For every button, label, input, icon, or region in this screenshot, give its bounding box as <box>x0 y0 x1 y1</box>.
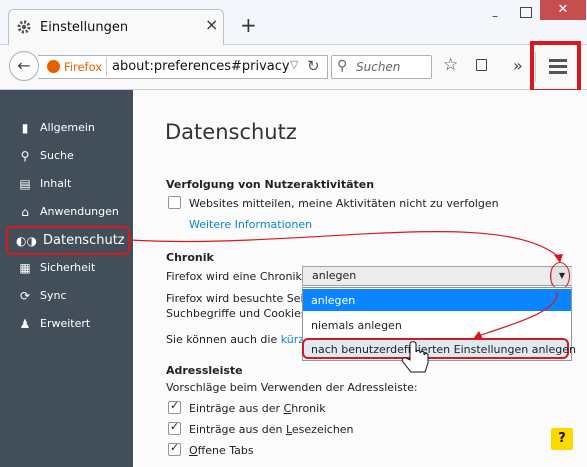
label-accesskey: O <box>189 444 198 457</box>
label-text: esezeichen <box>291 423 354 436</box>
document-icon: ▤ <box>19 177 31 191</box>
label-text: ffene Tabs <box>197 444 254 457</box>
checkmark-icon: ✓ <box>170 399 180 412</box>
sidebar-item-label: Erweitert <box>40 317 91 330</box>
label-text: Einträge aus den <box>189 423 286 436</box>
switch-icon: ▮ <box>21 121 29 135</box>
sidebar-item-suche[interactable]: ⚲ Suche <box>0 142 133 170</box>
sidebar-item-label: Suche <box>40 149 74 162</box>
history-description-3: Sie können auch die kürzlic <box>166 333 316 346</box>
window-close-button[interactable]: ✕ <box>540 0 586 20</box>
sidebar-item-sync[interactable]: ⟳ Sync <box>0 282 133 310</box>
history-mode-label: Firefox wird eine Chronik: <box>166 270 306 283</box>
sidebar-item-label: Allgemein <box>40 121 95 134</box>
dropdown-highlight-circle <box>550 262 570 290</box>
wizard-icon: ♟ <box>19 317 31 331</box>
suggest-open-tabs-label: Offene Tabs <box>189 444 254 457</box>
suggest-history-label: Einträge aus der Chronik <box>189 402 326 415</box>
dropdown-option-label: nach benutzerdefinierten Einstellungen a… <box>311 343 576 356</box>
sidebar-item-label: Anwendungen <box>40 205 119 218</box>
applications-icon: ⌂ <box>21 205 29 219</box>
sidebar-item-label: Sicherheit <box>40 261 96 274</box>
firefox-logo-icon <box>47 60 60 73</box>
dropdown-option-label: anlegen <box>311 294 356 307</box>
help-button[interactable]: ? <box>551 428 573 450</box>
label-text: hronik <box>291 402 326 415</box>
suggest-open-tabs-checkbox[interactable]: ✓ <box>168 441 181 456</box>
lock-icon: ▦ <box>19 261 31 275</box>
suggest-history-checkbox[interactable]: ✓ <box>168 399 181 414</box>
history-description-3-text: Sie können auch die <box>166 333 278 346</box>
history-dropdown-icon[interactable]: ▽ <box>290 58 298 71</box>
search-icon: ⚲ <box>337 58 348 74</box>
active-item-highlight <box>6 226 130 255</box>
sidebar-item-erweitert[interactable]: ♟ Erweitert <box>0 310 133 338</box>
sidebar-item-anwendungen[interactable]: ⌂ Anwendungen <box>0 198 133 226</box>
history-description-2: Suchbegriffe und Cookies <box>166 307 307 320</box>
new-tab-button[interactable]: + <box>240 15 257 35</box>
menu-highlight-box <box>530 41 581 93</box>
minimize-icon[interactable]: – <box>492 9 498 23</box>
checkmark-icon: ✓ <box>170 441 180 454</box>
address-bar-description: Vorschläge beim Verwenden der Adressleis… <box>166 381 418 394</box>
identity-label[interactable]: Firefox <box>64 60 102 74</box>
sidebar: ▮ Allgemein ⚲ Suche ▤ Inhalt ⌂ Anwendung… <box>0 90 133 467</box>
back-button[interactable]: ← <box>9 51 39 81</box>
bookmarks-menu-icon[interactable] <box>476 59 487 71</box>
history-mode-selected: anlegen <box>312 269 357 282</box>
sidebar-item-label: Inhalt <box>40 177 72 190</box>
url-separator <box>106 58 107 76</box>
reload-icon[interactable]: ↻ <box>307 57 320 75</box>
tab-title: Einstellungen <box>40 20 129 35</box>
sidebar-item-label: Sync <box>40 289 67 302</box>
sidebar-item-sicherheit[interactable]: ▦ Sicherheit <box>0 254 133 282</box>
page-title: Datenschutz <box>165 120 297 144</box>
tab-close-icon[interactable]: × <box>205 15 218 34</box>
maximize-icon[interactable] <box>520 7 532 18</box>
sidebar-item-allgemein[interactable]: ▮ Allgemein <box>0 114 133 142</box>
gear-icon <box>17 20 31 34</box>
address-bar-heading: Adressleiste <box>166 364 243 377</box>
suggest-bookmarks-checkbox[interactable]: ✓ <box>168 420 181 435</box>
checkmark-icon: ✓ <box>170 420 180 433</box>
do-not-track-checkbox[interactable] <box>168 196 181 209</box>
suggest-bookmarks-label: Einträge aus den Lesezeichen <box>189 423 354 436</box>
more-info-link[interactable]: Weitere Informationen <box>189 218 312 231</box>
label-text: Einträge aus der <box>189 402 284 415</box>
sync-icon: ⟳ <box>19 289 31 303</box>
search-placeholder: Suchen <box>356 60 401 74</box>
do-not-track-label: Websites mitteilen, meine Aktivitäten ni… <box>189 197 499 210</box>
overflow-chevron-icon[interactable]: » <box>513 56 523 75</box>
history-heading: Chronik <box>166 251 214 264</box>
search-icon: ⚲ <box>20 149 30 163</box>
url-text[interactable]: about:preferences#privacy <box>112 59 290 74</box>
tracking-heading: Verfolgung von Nutzeraktivitäten <box>166 178 375 191</box>
dropdown-option-label[interactable]: niemals anlegen <box>311 319 402 332</box>
history-description: Firefox wird besuchte Seiten <box>166 292 322 305</box>
bookmark-star-icon[interactable]: ☆ <box>443 55 458 75</box>
sidebar-item-inhalt[interactable]: ▤ Inhalt <box>0 170 133 198</box>
